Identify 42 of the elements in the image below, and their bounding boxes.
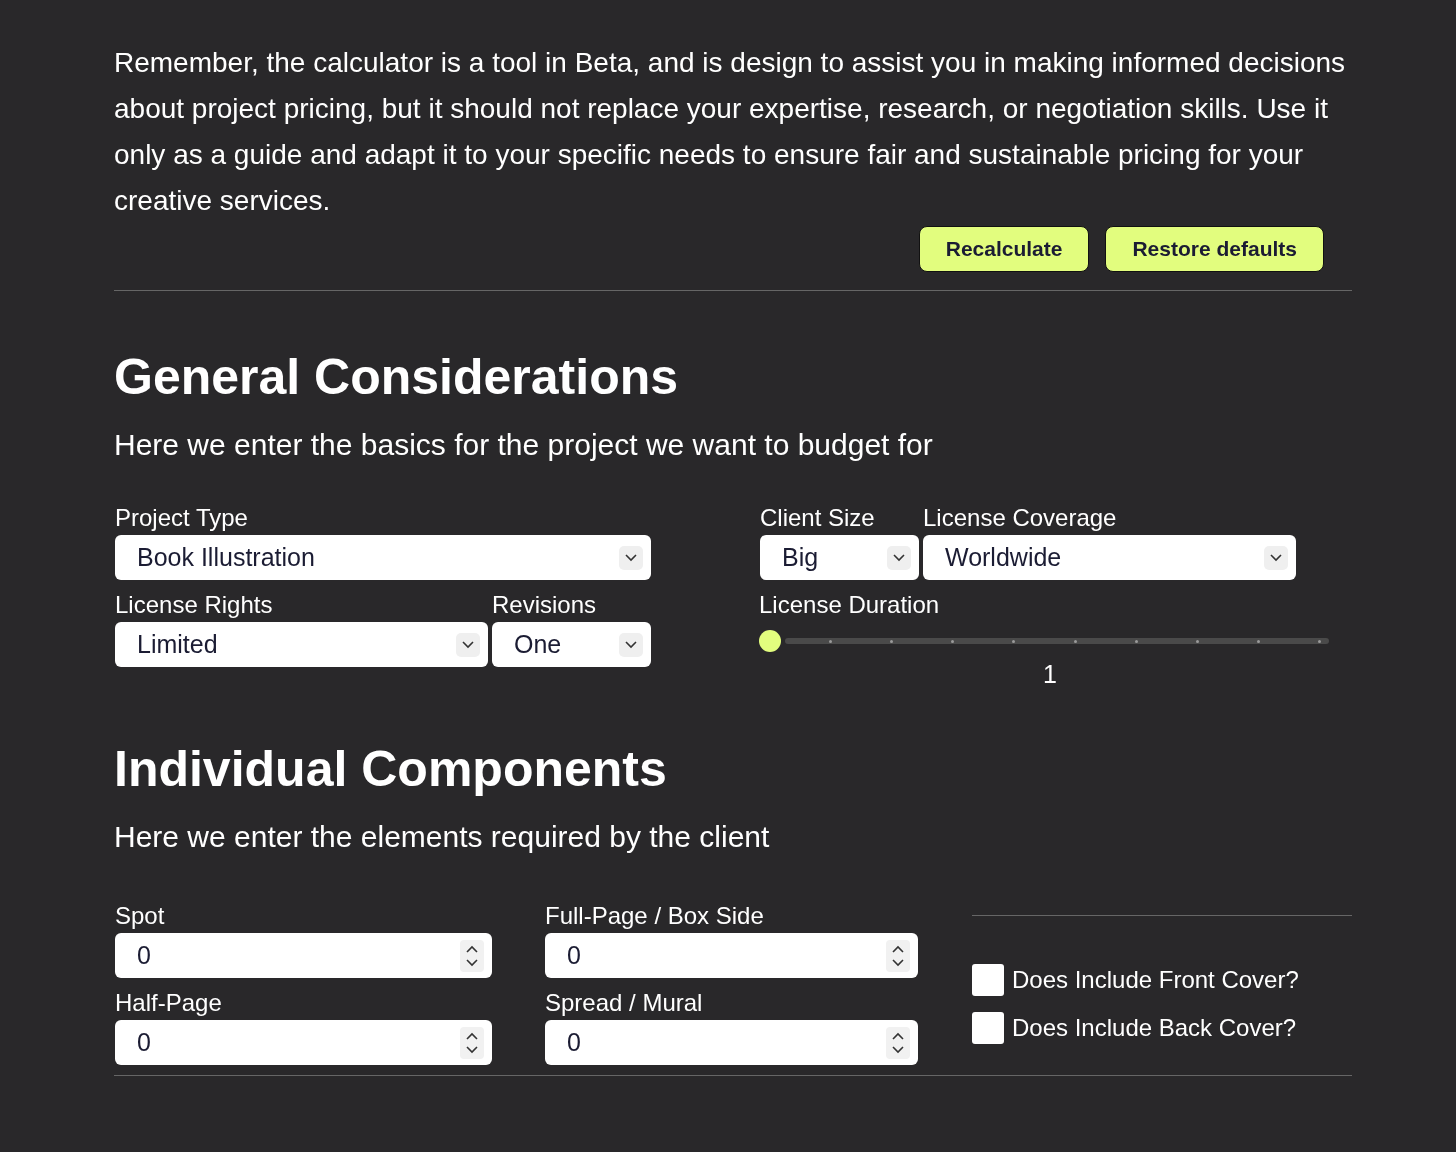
number-input[interactable]: 0: [115, 933, 492, 978]
section-heading: Individual Components: [114, 740, 667, 799]
chevron-down-icon: [619, 632, 643, 657]
chevron-down-icon: [619, 545, 643, 570]
checkbox-label: Does Include Back Cover?: [1012, 1014, 1297, 1042]
dropdown[interactable]: Book Illustration: [115, 535, 651, 580]
checkbox-label: Does Include Front Cover?: [1012, 966, 1299, 994]
number-input[interactable]: 0: [115, 1020, 492, 1065]
field-label: Client Size: [760, 503, 876, 533]
action-button[interactable]: Restore defaults: [1105, 226, 1324, 272]
spinner-icon[interactable]: [886, 1026, 910, 1059]
chevron-down-icon: [887, 545, 911, 570]
action-button[interactable]: Recalculate: [918, 226, 1090, 272]
field-label: License Coverage: [923, 503, 1118, 533]
disclaimer-text: Remember, the calculator is a tool in Beta, and is design to assist you in making informed decisions about project pricing, but it should not replace your expertise, research, or negotiation skills. Use it only as a guide and adapt it to your specific needs to ensure fair and sustainable pricing for your creative services.: [114, 46, 1347, 218]
field-label: Full-Page / Box Side: [545, 901, 765, 931]
dropdown[interactable]: Limited: [115, 622, 488, 667]
number-input[interactable]: 0: [545, 1020, 918, 1065]
spinner-icon[interactable]: [460, 939, 484, 972]
field-label: Spread / Mural: [545, 988, 704, 1018]
field-label: Revisions: [492, 590, 598, 620]
section-subtitle: Here we enter the basics for the project we want to budget for: [114, 427, 934, 463]
spinner-icon[interactable]: [460, 1026, 484, 1059]
field-label: License Duration: [759, 590, 941, 620]
slider[interactable]: [759, 630, 1329, 652]
dropdown[interactable]: One: [492, 622, 651, 667]
dropdown[interactable]: Worldwide: [923, 535, 1296, 580]
field-label: Spot: [115, 901, 166, 931]
field-label: Project Type: [115, 503, 249, 533]
field-label: Half-Page: [115, 988, 223, 1018]
section-subtitle: Here we enter the elements required by the client: [114, 819, 771, 855]
dropdown[interactable]: Big: [760, 535, 919, 580]
checkbox[interactable]: [972, 964, 1004, 996]
checkbox[interactable]: [972, 1012, 1004, 1044]
section-heading: General Considerations: [114, 348, 679, 407]
slider-thumb[interactable]: [759, 630, 781, 652]
chevron-down-icon: [456, 632, 480, 657]
chevron-down-icon: [1264, 545, 1288, 570]
number-input[interactable]: 0: [545, 933, 918, 978]
spinner-icon[interactable]: [886, 939, 910, 972]
slider-value: 1: [1042, 660, 1058, 689]
field-label: License Rights: [115, 590, 274, 620]
